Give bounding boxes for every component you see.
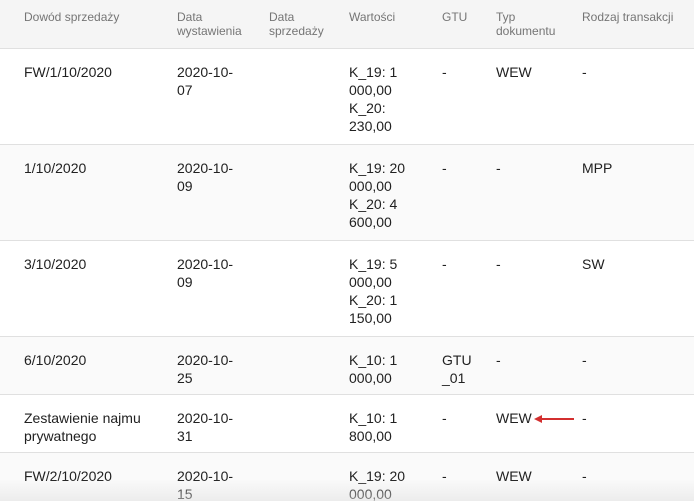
cell-dowod: FW/2/10/2020 [0,452,169,501]
cell-typ-dokumentu: - [488,336,574,395]
cell-gtu: - [434,394,488,453]
cell-text: - [442,467,447,484]
cell-data-wystawienia: 2020-10-07 [169,48,261,145]
cell-data-wystawienia: 2020-10-25 [169,336,261,395]
cell-text: - [442,409,447,426]
arrow-shaft [540,417,574,420]
table-row[interactable]: FW/1/10/2020 2020-10-07 K_19: 1 000,00 K… [0,48,694,145]
table-row[interactable]: FW/2/10/2020 2020-10-15 K_19: 20 000,00 … [0,452,694,501]
cell-text: K_19: 20 000,00 [349,467,406,501]
cell-gtu: - [434,452,488,501]
cell-dowod: 6/10/2020 [0,336,169,395]
cell-wartosci: K_19: 1 000,00 K_20: 230,00 [341,48,434,145]
cell-rodzaj-transakcji: SW [574,240,694,337]
cell-typ-dokumentu: WEW [488,452,574,501]
cell-data-wystawienia: 2020-10-09 [169,240,261,337]
table-row[interactable]: 3/10/2020 2020-10-09 K_19: 5 000,00 K_20… [0,240,694,337]
cell-text: K_19: 20 000,00 K_20: 4 600,00 [349,159,406,230]
cell-rodzaj-transakcji: - [574,48,694,145]
cell-data-wystawienia: 2020-10-31 [169,394,261,453]
cell-typ-dokumentu: - [488,144,574,241]
column-header-dowod[interactable]: Dowód sprzedaży [0,0,169,49]
cell-data-sprzedazy [261,48,341,145]
cell-gtu: - [434,240,488,337]
cell-text: - [442,63,447,80]
cell-dowod: 1/10/2020 [0,144,169,241]
cell-text: K_10: 1 800,00 [349,409,398,444]
cell-rodzaj-transakcji: - [574,452,694,501]
cell-text: - [442,159,447,176]
cell-dowod: 3/10/2020 [0,240,169,337]
cell-gtu: - [434,144,488,241]
cell-wartosci: K_19: 5 000,00 K_20: 1 150,00 [341,240,434,337]
cell-data-sprzedazy [261,240,341,337]
table-body: FW/1/10/2020 2020-10-07 K_19: 1 000,00 K… [0,48,694,501]
header-row: Dowód sprzedaży Data wystawienia Data sp… [0,0,694,49]
cell-wartosci: K_19: 20 000,00 K_20: 4 600,00 [341,144,434,241]
cell-data-wystawienia: 2020-10-09 [169,144,261,241]
cell-text: K_19: 5 000,00 K_20: 1 150,00 [349,255,398,326]
column-header-typ-dokumentu[interactable]: Typ dokumentu [488,0,574,49]
cell-dowod: Zestawienie najmu prywatnego [0,394,169,453]
column-header-wartosci[interactable]: Wartości [341,0,434,49]
cell-text: 2020-10-09 [177,159,234,194]
cell-text: 2020-10-25 [177,351,234,386]
cell-text: 2020-10-15 [177,467,234,501]
cell-data-wystawienia: 2020-10-15 [169,452,261,501]
sales-evidence-table-container: Dowód sprzedaży Data wystawienia Data sp… [0,0,694,501]
cell-typ-dokumentu: WEW [488,394,574,453]
cell-data-sprzedazy [261,394,341,453]
cell-rodzaj-transakcji: MPP [574,144,694,241]
cell-gtu: GTU_01 [434,336,488,395]
sales-evidence-table: Dowód sprzedaży Data wystawienia Data sp… [0,0,694,501]
cell-wartosci: K_10: 1 800,00 [341,394,434,453]
arrow-left-icon [534,414,574,423]
cell-text: 2020-10-07 [177,63,234,98]
cell-data-sprzedazy [261,144,341,241]
cell-rodzaj-transakcji: - [574,336,694,395]
cell-typ-dokumentu: WEW [488,48,574,145]
cell-typ-dokumentu: - [488,240,574,337]
cell-text: WEW [496,409,532,426]
cell-text: 2020-10-09 [177,255,234,290]
cell-wartosci: K_19: 20 000,00 [341,452,434,501]
cell-rodzaj-transakcji: - [574,394,694,453]
cell-data-sprzedazy [261,452,341,501]
column-header-data-sprzedazy[interactable]: Data sprzedaży [261,0,341,49]
cell-text: 2020-10-31 [177,409,234,444]
cell-data-sprzedazy [261,336,341,395]
cell-wartosci: K_10: 1 000,00 [341,336,434,395]
table-row[interactable]: Zestawienie najmu prywatnego 2020-10-31 … [0,394,694,453]
cell-text: K_19: 1 000,00 K_20: 230,00 [349,63,398,134]
cell-dowod: FW/1/10/2020 [0,48,169,145]
column-header-gtu[interactable]: GTU [434,0,488,49]
cell-gtu: - [434,48,488,145]
column-header-rodzaj-transakcji[interactable]: Rodzaj transakcji [574,0,694,49]
table-row[interactable]: 6/10/2020 2020-10-25 K_10: 1 000,00 GTU_… [0,336,694,395]
cell-text: - [442,255,447,272]
table-row[interactable]: 1/10/2020 2020-10-09 K_19: 20 000,00 K_2… [0,144,694,241]
cell-text: GTU_01 [442,351,472,386]
column-header-data-wystawienia[interactable]: Data wystawienia [169,0,261,49]
table-header: Dowód sprzedaży Data wystawienia Data sp… [0,0,694,49]
cell-text: K_10: 1 000,00 [349,351,398,386]
